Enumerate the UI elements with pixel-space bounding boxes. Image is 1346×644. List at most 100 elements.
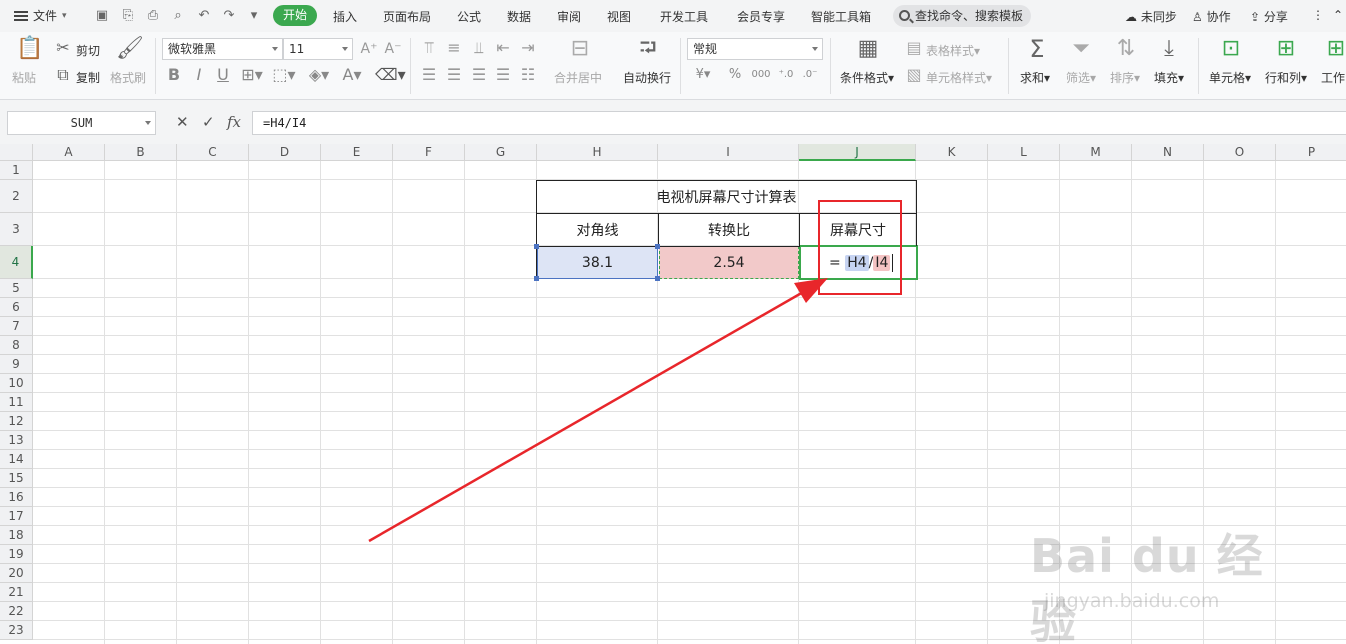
decimal-increase-icon[interactable]: ⁺.0: [776, 65, 796, 85]
tab-developer[interactable]: 开发工具: [660, 8, 708, 25]
tab-review[interactable]: 审阅: [557, 8, 581, 25]
row-col-button[interactable]: 行和列▾: [1265, 69, 1307, 86]
print-icon[interactable]: ⎙: [145, 8, 161, 24]
bold-icon[interactable]: B: [165, 65, 183, 85]
border-icon[interactable]: ⊞▾: [240, 65, 264, 85]
percent-icon[interactable]: %: [726, 65, 744, 85]
align-center-icon[interactable]: ☰: [445, 65, 463, 85]
tab-data[interactable]: 数据: [507, 8, 531, 25]
collapse-ribbon-icon[interactable]: ⌃: [1333, 8, 1343, 22]
output-icon[interactable]: ⎘: [120, 8, 136, 24]
conditional-format-button[interactable]: 条件格式▾: [840, 69, 894, 86]
italic-icon[interactable]: I: [190, 65, 208, 85]
underline-icon[interactable]: U: [214, 65, 232, 85]
distributed-icon[interactable]: ☷: [519, 65, 537, 85]
currency-icon[interactable]: ¥▾: [692, 65, 714, 85]
table-style-icon[interactable]: ▤: [905, 38, 923, 58]
paste-button[interactable]: 粘贴: [12, 69, 36, 86]
more-icon[interactable]: ⋮: [1312, 8, 1324, 22]
cell-style-button[interactable]: 单元格样式▾: [926, 69, 992, 86]
cancel-icon[interactable]: ✕: [176, 113, 189, 131]
thousands-icon[interactable]: 000: [751, 65, 771, 85]
fill-down-icon[interactable]: ⤓: [1156, 36, 1182, 62]
customize-icon[interactable]: ▾: [246, 8, 262, 24]
merge-center-button[interactable]: 合并居中: [554, 69, 602, 86]
align-bottom-icon[interactable]: ⫫: [470, 38, 488, 58]
copy-button[interactable]: 复制: [76, 69, 100, 86]
indent-decrease-icon[interactable]: ⇤: [494, 38, 512, 58]
save-icon[interactable]: ▣: [94, 8, 110, 24]
insert-function-icon[interactable]: fx: [227, 113, 241, 131]
sync-status[interactable]: ☁ 未同步: [1125, 8, 1177, 25]
scissors-icon[interactable]: ✂: [54, 38, 72, 58]
file-menu-label: 文件: [33, 9, 58, 23]
tab-formulas[interactable]: 公式: [457, 8, 481, 25]
eraser-icon[interactable]: ⌫▾: [375, 65, 406, 85]
formula-input[interactable]: =H4/I4: [252, 111, 1346, 135]
cell-fill-icon[interactable]: ⬚▾: [272, 65, 296, 85]
tab-smart-toolbox[interactable]: 智能工具箱: [811, 8, 871, 25]
redo-icon[interactable]: ↷: [221, 8, 237, 24]
increase-font-icon[interactable]: A⁺: [359, 39, 379, 59]
row-col-icon[interactable]: ⊞: [1273, 36, 1299, 62]
align-top-icon[interactable]: ⫪: [420, 38, 438, 58]
collab-button[interactable]: ♙ 协作: [1192, 8, 1231, 25]
sort-icon[interactable]: ⇅: [1113, 36, 1139, 62]
font-color-icon[interactable]: A▾: [340, 65, 364, 85]
file-menu[interactable]: 文件 ▾: [14, 7, 67, 24]
table-style-button[interactable]: 表格样式▾: [926, 42, 980, 59]
number-format-select[interactable]: 常规: [687, 38, 823, 60]
font-name-select[interactable]: 微软雅黑: [162, 38, 283, 60]
tab-view[interactable]: 视图: [607, 8, 631, 25]
filter-icon[interactable]: ⏷: [1068, 36, 1094, 62]
fill-color-icon[interactable]: ◈▾: [306, 65, 332, 85]
cell-icon[interactable]: ⊡: [1218, 36, 1244, 62]
table-style-label: 表格样式: [926, 44, 975, 58]
sigma-icon[interactable]: Σ: [1024, 36, 1050, 62]
confirm-icon[interactable]: ✓: [202, 113, 215, 131]
tab-page-layout[interactable]: 页面布局: [383, 8, 431, 25]
hamburger-icon: [14, 10, 28, 21]
align-left-icon[interactable]: ☰: [420, 65, 438, 85]
align-right-icon[interactable]: ☰: [470, 65, 488, 85]
wrap-text-button[interactable]: 自动换行: [623, 69, 671, 86]
fill-button[interactable]: 填充▾: [1154, 69, 1184, 86]
divider: [1198, 38, 1199, 94]
sum-label: 求和: [1020, 71, 1045, 85]
wrap-icon[interactable]: ⮒: [636, 36, 660, 62]
arrow-shaft: [368, 289, 806, 543]
spreadsheet-app: 文件 ▾ ▣ ⎘ ⎙ ⌕ ↶ ↷ ▾ 开始 插入 页面布局 公式 数据 审阅 视…: [0, 0, 1346, 644]
merge-icon[interactable]: ⊟: [568, 36, 592, 62]
cut-button[interactable]: 剪切: [76, 42, 100, 59]
name-box[interactable]: SUM: [7, 111, 156, 135]
preview-icon[interactable]: ⌕: [170, 8, 186, 24]
share-button[interactable]: ⇪ 分享: [1250, 8, 1288, 25]
undo-icon[interactable]: ↶: [196, 8, 212, 24]
decrease-font-icon[interactable]: A⁻: [383, 39, 403, 59]
command-search[interactable]: 查找命令、搜索模板: [893, 5, 1031, 27]
align-middle-icon[interactable]: ≡: [445, 38, 463, 58]
sort-button[interactable]: 排序▾: [1110, 69, 1140, 86]
sum-button[interactable]: 求和▾: [1020, 69, 1050, 86]
tab-member[interactable]: 会员专享: [737, 8, 785, 25]
conditional-format-icon[interactable]: ▦: [855, 36, 881, 62]
format-painter-button[interactable]: 格式刷: [110, 69, 146, 86]
indent-increase-icon[interactable]: ⇥: [519, 38, 537, 58]
person-icon: ♙: [1192, 10, 1203, 24]
worksheet-icon[interactable]: ⊞: [1326, 36, 1346, 62]
cell-style-icon[interactable]: ▧: [905, 65, 923, 85]
brush-icon[interactable]: 🖌: [116, 36, 144, 62]
justify-icon[interactable]: ☰: [494, 65, 512, 85]
worksheet-button[interactable]: 工作: [1321, 69, 1345, 86]
chevron-down-icon: [145, 121, 151, 125]
filter-button[interactable]: 筛选▾: [1066, 69, 1096, 86]
tab-insert[interactable]: 插入: [333, 8, 357, 25]
tab-home[interactable]: 开始: [273, 5, 318, 26]
paste-icon[interactable]: 📋: [16, 36, 43, 62]
font-size-select[interactable]: 11: [283, 38, 353, 60]
copy-icon[interactable]: ⧉: [54, 65, 72, 85]
decimal-decrease-icon[interactable]: .0⁻: [800, 65, 820, 85]
cell-button[interactable]: 单元格▾: [1209, 69, 1251, 86]
arrow-head: [794, 278, 828, 303]
chevron-down-icon: [812, 47, 818, 51]
